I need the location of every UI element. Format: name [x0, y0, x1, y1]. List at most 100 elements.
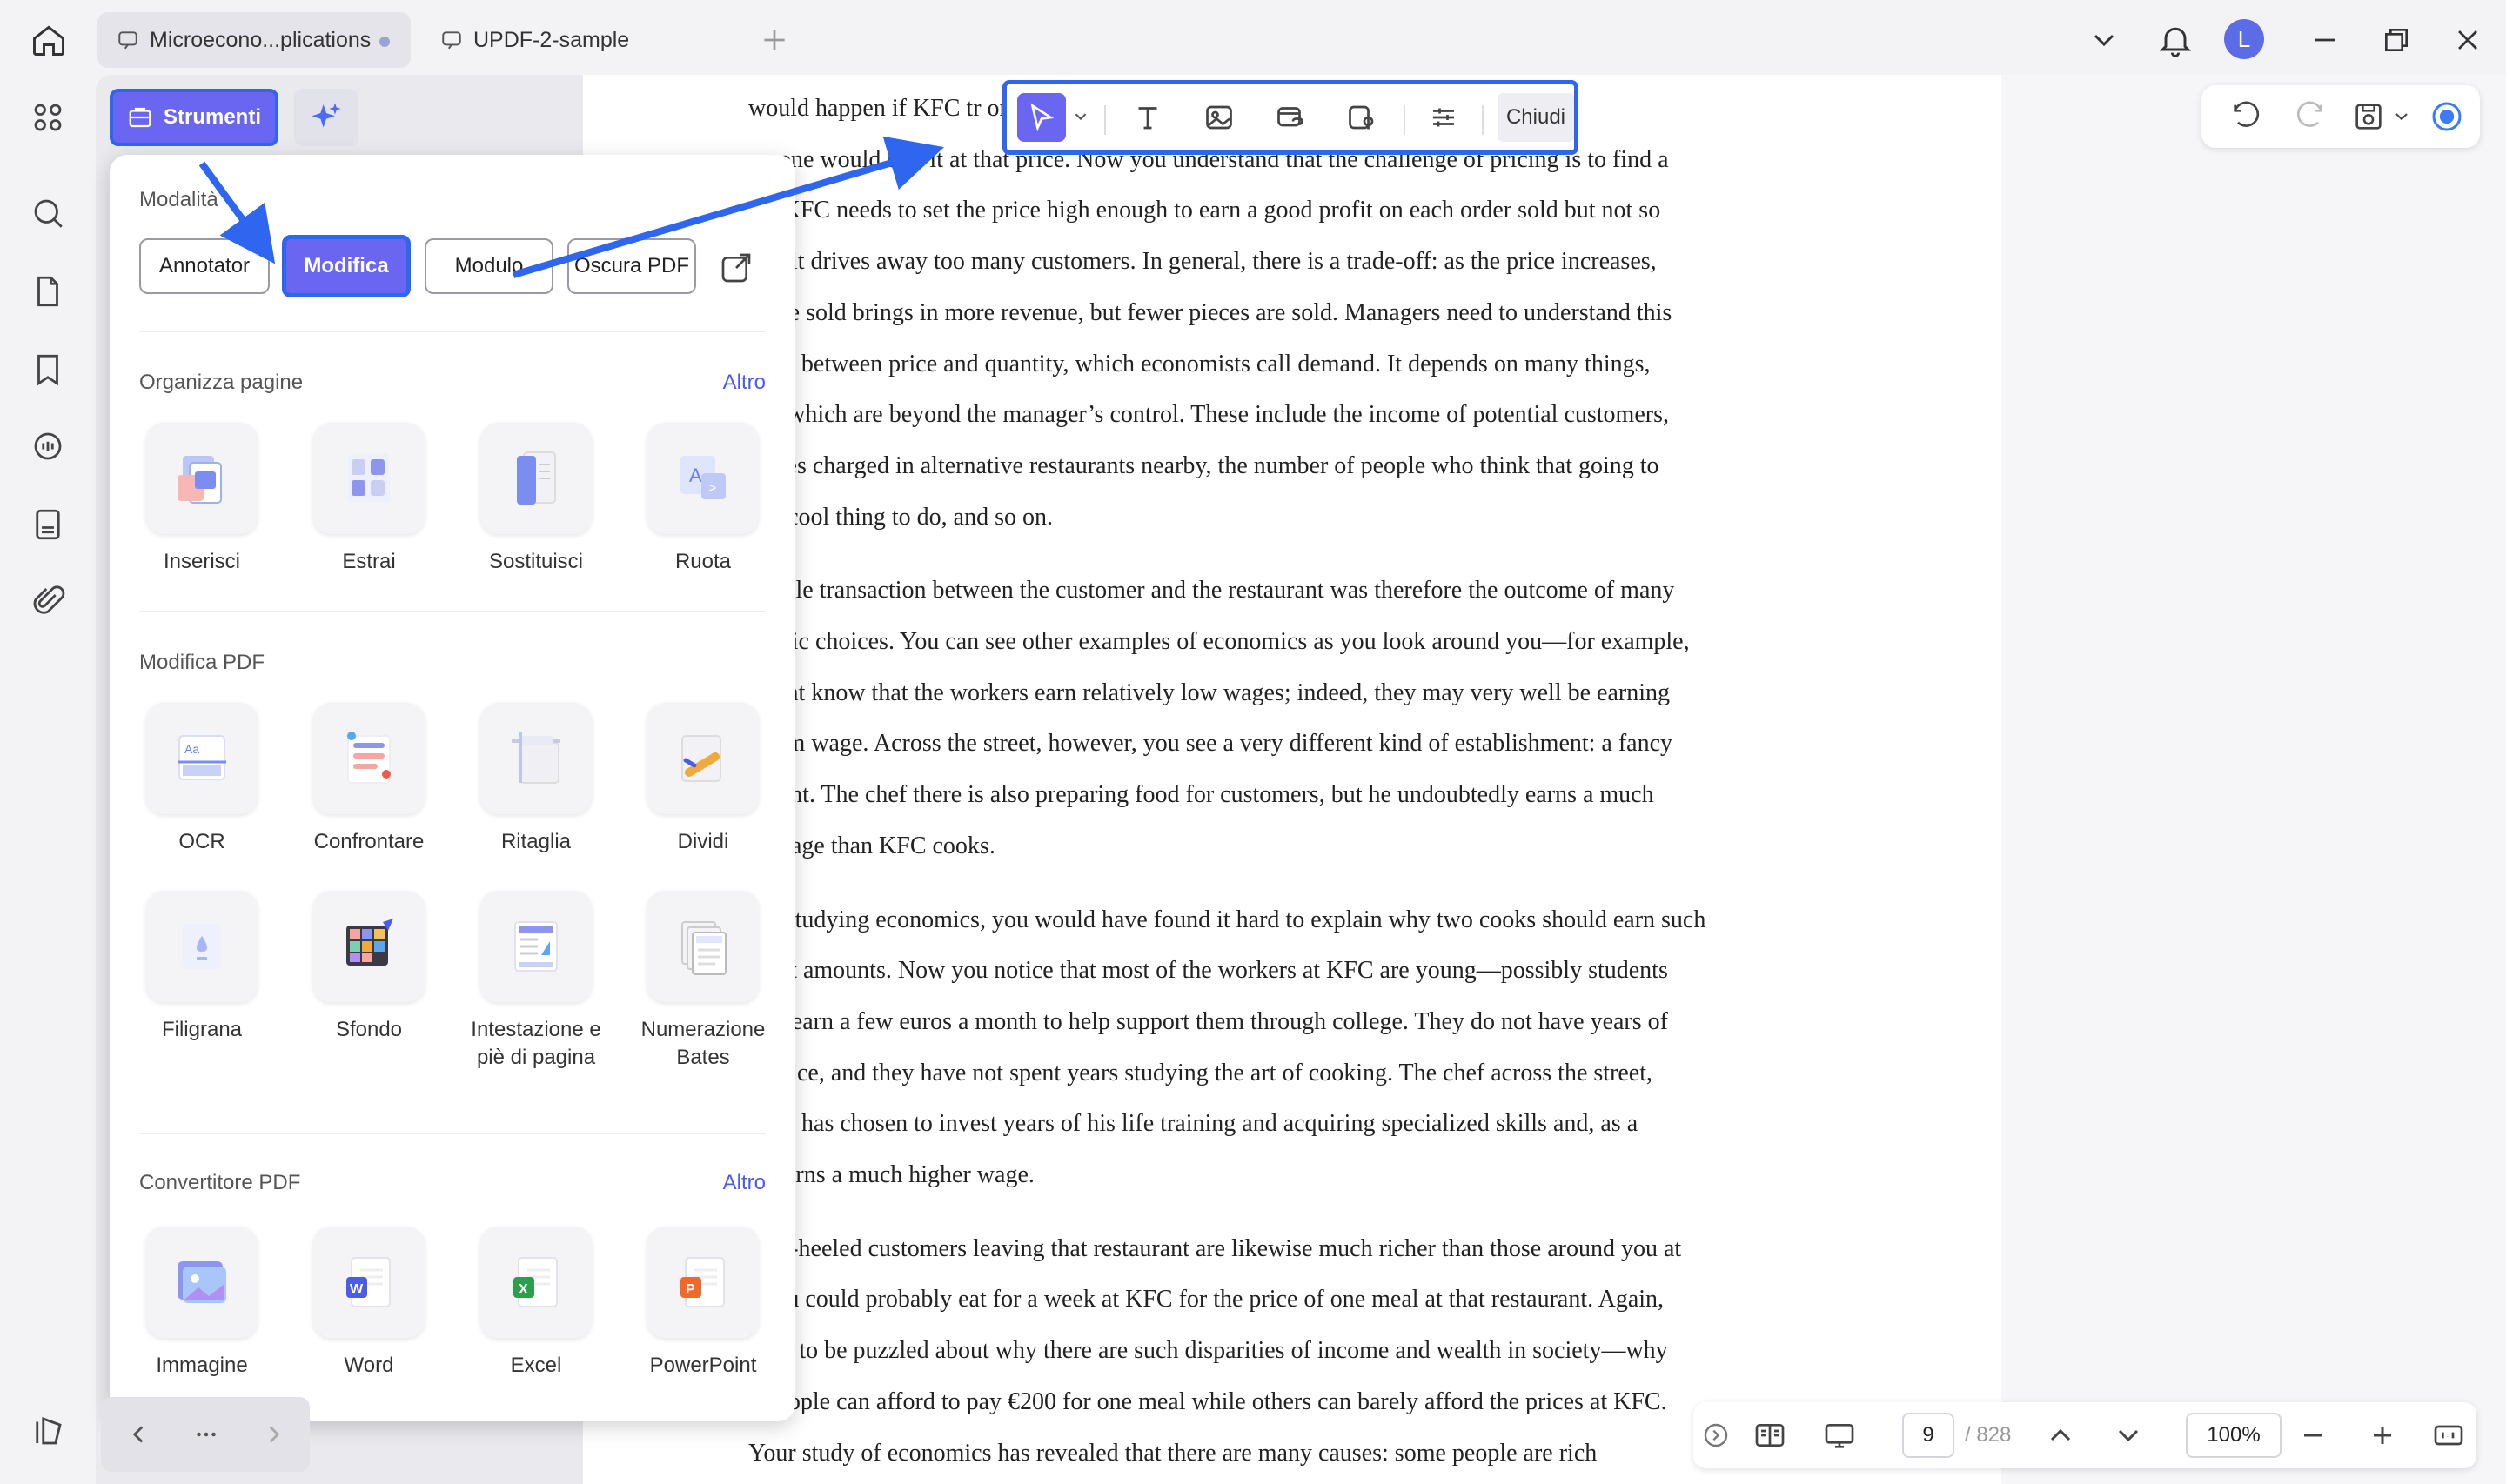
tool-ocr[interactable]: Aa OCR	[132, 703, 271, 856]
background-icon	[313, 891, 425, 1002]
undo-icon[interactable]	[2229, 99, 2264, 134]
divider	[139, 331, 766, 332]
text-line: ce: KFC needs to set the price high enou…	[748, 197, 1661, 224]
page-layout-icon[interactable]	[1752, 1418, 1787, 1453]
save-icon[interactable]	[2351, 99, 2386, 134]
text-line: piece sold brings in more revenue, but f…	[748, 298, 1672, 326]
tool-sostituisci[interactable]: Sostituisci	[466, 423, 606, 576]
tool-sfondo[interactable]: Sfondo	[299, 891, 439, 1044]
text-line: ever, has chosen to invest years of his …	[748, 1110, 1638, 1138]
more-link[interactable]: Altro	[723, 1171, 766, 1195]
split-icon	[647, 703, 759, 814]
tool-label: Dividi	[677, 830, 729, 853]
tool-estrai[interactable]: Estrai	[299, 423, 439, 576]
bates-numbering-icon	[647, 891, 759, 1002]
mode-oscura-button[interactable]: Oscura PDF	[567, 238, 696, 294]
tab-label: UPDF-2-sample	[473, 27, 630, 52]
watermark-tool[interactable]	[1337, 93, 1386, 142]
word-icon: W	[313, 1227, 425, 1338]
tool-bates[interactable]: Numerazione Bates	[633, 891, 773, 1072]
bell-icon[interactable]	[2156, 21, 2194, 59]
tool-excel[interactable]: X Excel	[466, 1227, 606, 1380]
tool-ruota[interactable]: A > Ruota	[633, 423, 773, 576]
grid-icon[interactable]	[30, 99, 66, 136]
more-icon[interactable]	[191, 1420, 221, 1449]
search-icon[interactable]	[30, 195, 66, 231]
redo-icon[interactable]	[2292, 99, 2327, 134]
collapse-icon[interactable]	[1702, 1421, 1730, 1449]
text-line: might know that the workers earn relativ…	[748, 678, 1670, 706]
chevron-left-icon[interactable]	[124, 1420, 153, 1449]
external-link-icon[interactable]	[719, 251, 754, 285]
chevron-down-icon[interactable]	[2111, 1418, 2146, 1453]
sliders-icon	[1428, 102, 1459, 133]
close-icon[interactable]	[2450, 23, 2485, 57]
chevron-right-icon[interactable]	[259, 1420, 289, 1449]
ai-assistant-button[interactable]	[294, 89, 358, 146]
home-icon[interactable]	[30, 21, 68, 59]
tools-panel: Modalità Annotator Modifica Modulo Oscur…	[110, 155, 795, 1421]
crop-icon	[480, 703, 592, 814]
presentation-icon[interactable]	[1822, 1418, 1857, 1453]
actual-size-icon[interactable]	[2431, 1418, 2466, 1453]
svg-text:X: X	[519, 1282, 528, 1297]
mode-modulo-button[interactable]: Modulo	[425, 238, 553, 294]
sparkle-icon	[309, 100, 344, 135]
restore-icon[interactable]	[2379, 23, 2414, 57]
chevron-down-icon[interactable]	[1071, 107, 1090, 126]
text-line: simple transaction between the customer …	[748, 577, 1675, 605]
zoom-out-icon[interactable]	[2295, 1418, 2330, 1453]
stamp-icon[interactable]	[30, 506, 66, 543]
tool-immagine[interactable]: Immagine	[132, 1227, 271, 1380]
properties-tool[interactable]	[1419, 93, 1468, 142]
mode-annotator-button[interactable]: Annotator	[139, 238, 270, 294]
chevron-down-icon[interactable]	[2391, 106, 2412, 127]
section-title: Modalità	[139, 188, 218, 211]
text-line: that it drives away too many customers. …	[748, 248, 1657, 276]
mode-modifica-button[interactable]: Modifica	[282, 235, 411, 297]
insert-pages-icon	[146, 423, 258, 534]
thumbnail-nav	[101, 1397, 310, 1472]
rotate-pages-icon: A >	[647, 423, 759, 534]
chevron-down-icon[interactable]	[2087, 23, 2121, 57]
add-text-tool[interactable]	[1123, 93, 1172, 142]
tab-document[interactable]: Microecono...plications	[97, 12, 411, 68]
text-line: aurant. The chef there is also preparing…	[748, 781, 1654, 809]
more-link[interactable]: Altro	[723, 371, 766, 395]
tool-ritaglia[interactable]: Ritaglia	[466, 703, 606, 856]
bookmark-icon[interactable]	[30, 351, 66, 388]
attachment-icon[interactable]	[30, 583, 66, 619]
tool-powerpoint[interactable]: P PowerPoint	[633, 1227, 773, 1380]
divider	[139, 1133, 766, 1134]
zoom-in-icon[interactable]	[2365, 1418, 2400, 1453]
zoom-level[interactable]: 100%	[2186, 1413, 2282, 1458]
layers-icon[interactable]	[30, 1413, 66, 1449]
chevron-up-icon[interactable]	[2043, 1418, 2078, 1453]
strumenti-button[interactable]: Strumenti	[110, 89, 278, 146]
tool-word[interactable]: W Word	[299, 1227, 439, 1380]
tool-dividi[interactable]: Dividi	[633, 703, 773, 856]
tool-inserisci[interactable]: Inserisci	[132, 423, 271, 576]
tool-confrontare[interactable]: Confrontare	[299, 703, 439, 856]
text-icon	[1132, 102, 1163, 133]
avatar[interactable]: L	[2224, 19, 2264, 59]
add-link-tool[interactable]	[1266, 93, 1315, 142]
current-page-input[interactable]: 9	[1902, 1413, 1954, 1458]
ai-bot-icon[interactable]	[2429, 99, 2464, 134]
tool-intestazione[interactable]: Intestazione e piè di pagina	[466, 891, 606, 1072]
text-line: well-heeled customers leaving that resta…	[748, 1234, 1682, 1262]
comments-icon[interactable]	[30, 428, 66, 465]
document-text[interactable]: would happen if KFC tr on sense tells yo…	[748, 84, 1836, 1484]
new-tab-icon[interactable]	[757, 23, 792, 57]
add-image-tool[interactable]	[1195, 93, 1243, 142]
tab-document-2[interactable]: UPDF-2-sample	[421, 12, 734, 68]
select-tool[interactable]	[1017, 93, 1066, 142]
paragraph: ore studying economics, you would have f…	[748, 895, 1836, 1201]
minimize-icon[interactable]	[2308, 23, 2342, 57]
section-title: Modifica PDF	[139, 651, 265, 674]
page-navigation-bar: 9 / 828 100%	[1693, 1402, 2476, 1468]
comment-icon	[117, 29, 139, 51]
pages-icon[interactable]	[30, 273, 66, 310]
tool-filigrana[interactable]: Filigrana	[132, 891, 271, 1044]
close-edit-button[interactable]: Chiudi	[1498, 93, 1574, 142]
